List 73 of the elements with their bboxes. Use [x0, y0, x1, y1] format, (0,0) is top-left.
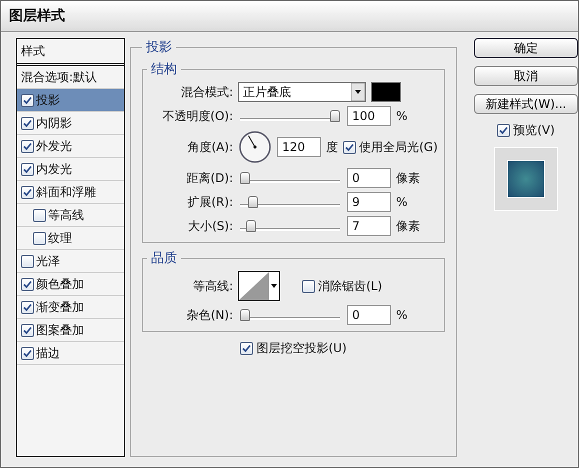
checkbox-label: 图层挖空投影(U): [256, 340, 347, 356]
checkbox[interactable]: [21, 324, 34, 336]
slider-thumb[interactable]: [248, 196, 258, 208]
dropdown-arrow-icon: [270, 284, 277, 288]
field-label: 等高线:: [192, 278, 234, 294]
sidebar-item[interactable]: 内发光: [17, 158, 124, 181]
checkbox[interactable]: [21, 300, 34, 314]
contour-curve-icon: [239, 272, 270, 300]
sidebar-item[interactable]: 光泽: [17, 250, 124, 273]
checkbox[interactable]: [302, 280, 316, 292]
checkbox[interactable]: [33, 232, 46, 244]
unit-label: %: [396, 195, 408, 209]
slider-thumb[interactable]: [240, 172, 250, 184]
input-field[interactable]: 7: [347, 216, 392, 236]
checkbox[interactable]: [497, 124, 510, 137]
list-header: 样式: [17, 39, 124, 66]
unit-label: 度: [326, 138, 338, 156]
window-title: 图层样式: [9, 7, 65, 25]
group-title: 品质: [150, 250, 178, 267]
unit-label: 像素: [396, 170, 420, 186]
field-label: 大小(S):: [187, 218, 234, 234]
checkbox[interactable]: [33, 208, 46, 222]
checkbox[interactable]: [21, 116, 34, 130]
field-label: 扩展(R):: [186, 194, 234, 210]
checkbox[interactable]: [21, 94, 34, 106]
unit-label: %: [396, 109, 408, 123]
dialog-button[interactable]: 新建样式(W)...: [474, 94, 578, 114]
input-field[interactable]: 9: [347, 192, 392, 212]
sidebar-item[interactable]: 斜面和浮雕: [17, 181, 124, 204]
checkbox[interactable]: [21, 140, 34, 152]
sidebar-item[interactable]: 颜色叠加: [17, 273, 124, 296]
checkbox[interactable]: [21, 346, 34, 360]
checkbox-label: 预览(V): [513, 122, 555, 139]
sidebar-item[interactable]: 图案叠加: [17, 319, 124, 342]
dropdown-arrow-icon: [351, 83, 366, 101]
field-label: 角度(A):: [186, 138, 234, 156]
section-title: 投影: [145, 39, 174, 56]
field-label: 杂色(N):: [186, 306, 234, 324]
checkbox[interactable]: [240, 342, 254, 354]
sidebar-item[interactable]: 纹理: [17, 227, 124, 250]
color-swatch[interactable]: [371, 82, 402, 102]
slider-thumb[interactable]: [330, 110, 340, 122]
dropdown[interactable]: 正片叠底: [238, 82, 366, 102]
dialog-button[interactable]: 取消: [474, 66, 578, 86]
dialog-button[interactable]: 确定: [474, 38, 578, 58]
checkbox[interactable]: [343, 140, 356, 154]
slider-thumb[interactable]: [246, 220, 256, 232]
field-label: 距离(D):: [185, 170, 234, 186]
sidebar-item[interactable]: 内阴影: [17, 112, 124, 135]
checkbox[interactable]: [21, 162, 34, 176]
sidebar-item[interactable]: 外发光: [17, 135, 124, 158]
group-title: 结构: [150, 61, 178, 78]
sidebar-item[interactable]: 等高线: [17, 204, 124, 227]
unit-label: 像素: [396, 218, 420, 234]
field-label: 混合模式:: [180, 84, 234, 100]
input-field[interactable]: 100: [347, 106, 392, 126]
angle-dial-icon[interactable]: [238, 130, 272, 164]
input-field[interactable]: 0: [347, 305, 392, 325]
sidebar-item[interactable]: 投影: [17, 89, 124, 112]
slider-thumb[interactable]: [240, 309, 250, 321]
input-field[interactable]: 120: [277, 137, 322, 157]
sidebar-item[interactable]: 描边: [17, 342, 124, 365]
checkbox[interactable]: [21, 254, 34, 268]
preview-thumbnail: [507, 160, 545, 198]
input-field[interactable]: 0: [347, 168, 392, 188]
contour-picker[interactable]: [238, 271, 280, 301]
checkbox-label: 使用全局光(G): [359, 138, 438, 156]
sidebar-item[interactable]: 渐变叠加: [17, 296, 124, 319]
checkbox[interactable]: [21, 278, 34, 290]
field-label: 不透明度(O):: [161, 108, 234, 124]
checkbox[interactable]: [21, 186, 34, 198]
checkbox-label: 消除锯齿(L): [318, 278, 382, 294]
unit-label: %: [396, 308, 408, 322]
